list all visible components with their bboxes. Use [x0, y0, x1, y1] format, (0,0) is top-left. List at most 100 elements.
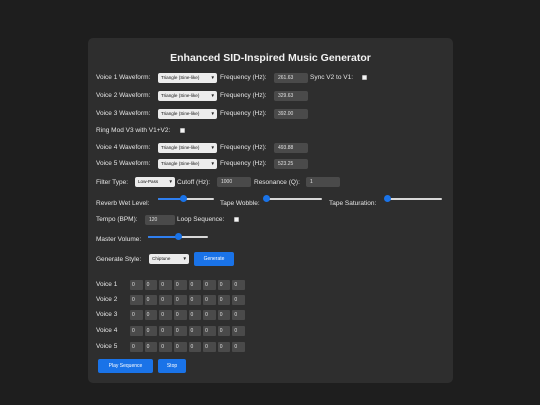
step-input[interactable]: 0 — [217, 280, 231, 290]
page-title: Enhanced SID-Inspired Music Generator — [170, 52, 371, 64]
step-input[interactable]: 0 — [144, 295, 158, 305]
chevron-down-icon: ▼ — [210, 75, 215, 80]
step-input[interactable]: 0 — [130, 326, 143, 336]
tape-wobble-slider[interactable] — [263, 195, 322, 203]
ringmod-checkbox[interactable] — [180, 128, 185, 133]
chevron-down-icon: ▼ — [210, 145, 215, 150]
step-input[interactable]: 0 — [159, 310, 172, 320]
cutoff-input[interactable]: 1000 — [217, 177, 251, 187]
chevron-down-icon: ▼ — [210, 161, 215, 166]
sync-v2-checkbox[interactable] — [362, 75, 367, 80]
sequence-row-voice-2: 00000000 — [130, 295, 245, 305]
sequence-row-voice-5: 00000000 — [130, 342, 245, 352]
slider-thumb[interactable] — [384, 195, 392, 202]
step-input[interactable]: 0 — [217, 295, 231, 305]
stop-button[interactable]: Stop — [158, 359, 186, 373]
slider-thumb[interactable] — [263, 195, 270, 202]
voice-4-waveform-select[interactable]: Triangle (Sine-like) ▼ — [158, 143, 217, 153]
step-input[interactable]: 0 — [203, 342, 216, 352]
master-volume-slider[interactable] — [148, 233, 208, 241]
slider-thumb[interactable] — [175, 233, 182, 240]
resonance-input[interactable]: 1 — [306, 177, 340, 187]
tempo-label: Tempo (BPM): — [96, 216, 138, 223]
step-input[interactable]: 0 — [130, 280, 143, 290]
voice-1-waveform-select[interactable]: Triangle (Sine-like) ▼ — [158, 73, 217, 83]
step-input[interactable]: 0 — [232, 280, 245, 290]
chevron-down-icon: ▼ — [182, 256, 187, 261]
step-input[interactable]: 0 — [188, 342, 202, 352]
tempo-input[interactable]: 120 — [145, 215, 175, 225]
step-input[interactable]: 0 — [203, 326, 216, 336]
step-input[interactable]: 0 — [203, 280, 216, 290]
step-input[interactable]: 0 — [217, 342, 231, 352]
step-input[interactable]: 0 — [159, 295, 172, 305]
slider-track — [386, 198, 442, 200]
reverb-label: Reverb Wet Level: — [96, 200, 150, 207]
tape-wobble-label: Tape Wobble: — [220, 200, 260, 207]
step-input[interactable]: 0 — [188, 295, 202, 305]
tape-saturation-label: Tape Saturation: — [329, 200, 377, 207]
step-input[interactable]: 0 — [173, 295, 187, 305]
step-input[interactable]: 0 — [188, 280, 202, 290]
voice-4-frequency-label: Frequency (Hz): — [220, 144, 267, 151]
play-sequence-button[interactable]: Play Sequence — [98, 359, 153, 373]
reverb-slider[interactable] — [158, 195, 214, 203]
generate-style-select[interactable]: Chiptune ▼ — [149, 254, 189, 264]
step-input[interactable]: 0 — [130, 295, 143, 305]
step-input[interactable]: 0 — [203, 310, 216, 320]
step-input[interactable]: 0 — [173, 280, 187, 290]
voice-4-frequency-input[interactable]: 493.88 — [274, 143, 308, 153]
step-input[interactable]: 0 — [188, 326, 202, 336]
filter-type-value: Low-Pass — [138, 179, 159, 184]
filter-type-label: Filter Type: — [96, 179, 129, 186]
step-input[interactable]: 0 — [159, 280, 172, 290]
step-input[interactable]: 0 — [232, 310, 245, 320]
step-input[interactable]: 0 — [144, 342, 158, 352]
voice-3-waveform-value: Triangle (Sine-like) — [161, 111, 200, 116]
step-input[interactable]: 0 — [173, 310, 187, 320]
loop-sequence-checkbox[interactable] — [234, 217, 239, 222]
sequence-row-voice-4: 00000000 — [130, 326, 245, 336]
step-input[interactable]: 0 — [159, 326, 172, 336]
step-input[interactable]: 0 — [173, 326, 187, 336]
step-input[interactable]: 0 — [232, 342, 245, 352]
step-input[interactable]: 0 — [173, 342, 187, 352]
voice-3-waveform-select[interactable]: Triangle (Sine-like) ▼ — [158, 109, 217, 119]
voice-2-frequency-label: Frequency (Hz): — [220, 92, 267, 99]
sequence-voice-3-label: Voice 3 — [96, 311, 118, 318]
voice-2-frequency-input[interactable]: 329.63 — [274, 91, 308, 101]
sync-v2-label: Sync V2 to V1: — [310, 74, 353, 81]
step-input[interactable]: 0 — [217, 326, 231, 336]
tape-saturation-slider[interactable] — [384, 195, 442, 203]
step-input[interactable]: 0 — [130, 342, 143, 352]
slider-thumb[interactable] — [180, 195, 188, 202]
sequence-voice-4-label: Voice 4 — [96, 327, 118, 334]
step-input[interactable]: 0 — [232, 326, 245, 336]
step-input[interactable]: 0 — [203, 295, 216, 305]
step-input[interactable]: 0 — [144, 326, 158, 336]
sequence-voice-5-label: Voice 5 — [96, 343, 118, 350]
voice-5-frequency-input[interactable]: 523.25 — [274, 159, 308, 169]
step-input[interactable]: 0 — [188, 310, 202, 320]
step-input[interactable]: 0 — [159, 342, 172, 352]
generate-button[interactable]: Generate — [194, 252, 234, 266]
step-input[interactable]: 0 — [217, 310, 231, 320]
voice-2-waveform-label: Voice 2 Waveform: — [96, 92, 151, 99]
voice-5-waveform-select[interactable]: Triangle (Sine-like) ▼ — [158, 159, 217, 169]
voice-1-waveform-value: Triangle (Sine-like) — [161, 75, 200, 80]
step-input[interactable]: 0 — [144, 280, 158, 290]
voice-1-frequency-input[interactable]: 261.63 — [274, 73, 308, 83]
chevron-down-icon: ▼ — [210, 111, 215, 116]
slider-track — [266, 198, 322, 200]
generate-style-value: Chiptune — [152, 256, 171, 261]
voice-1-frequency-label: Frequency (Hz): — [220, 74, 267, 81]
voice-2-waveform-select[interactable]: Triangle (Sine-like) ▼ — [158, 91, 217, 101]
sequence-row-voice-3: 00000000 — [130, 310, 245, 320]
filter-type-select[interactable]: Low-Pass ▼ — [135, 177, 175, 187]
step-input[interactable]: 0 — [130, 310, 143, 320]
voice-3-frequency-input[interactable]: 392.00 — [274, 109, 308, 119]
voice-4-waveform-label: Voice 4 Waveform: — [96, 144, 151, 151]
voice-2-waveform-value: Triangle (Sine-like) — [161, 93, 200, 98]
step-input[interactable]: 0 — [232, 295, 245, 305]
step-input[interactable]: 0 — [144, 310, 158, 320]
